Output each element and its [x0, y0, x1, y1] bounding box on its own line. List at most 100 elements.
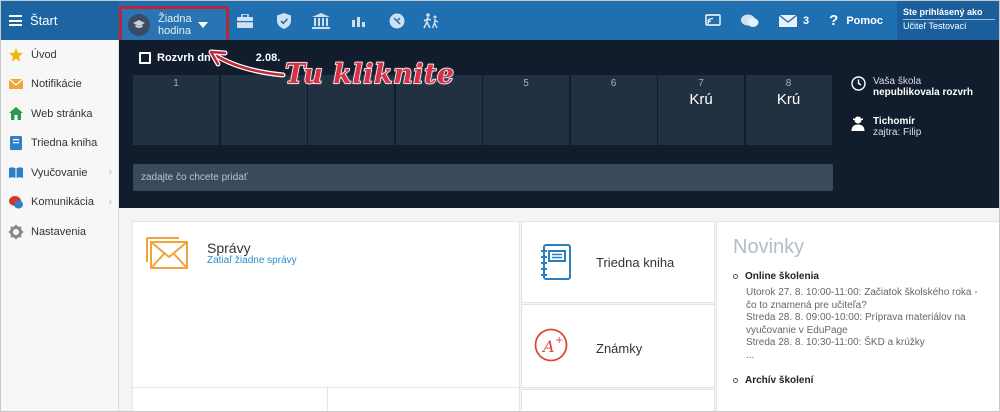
news-heading: Novinky	[733, 236, 805, 258]
sidebar-item-triedna-kniha[interactable]: Triedna kniha	[1, 129, 118, 159]
sidebar-item-web-stranka[interactable]: Web stránka	[1, 99, 118, 129]
timetable-info: Vaša škola nepublikovala rozvrh Tichomír…	[851, 76, 996, 156]
user-menu[interactable]: Ste prihlásený ako Učiteľ Testovací	[897, 1, 999, 40]
bullet-icon	[733, 378, 738, 383]
lesson-label: Žiadna hodina	[158, 13, 192, 37]
news-item-body: Utorok 27. 8. 10:00-11:00: Začiatok škol…	[733, 287, 985, 362]
news-item-title[interactable]: Online školenia	[733, 271, 985, 282]
clock-icon	[851, 76, 867, 98]
bullet-icon	[733, 274, 738, 279]
chat-icon[interactable]	[741, 14, 759, 28]
sidebar-item-vyucovanie[interactable]: Vyučovanie ›	[1, 158, 118, 188]
top-right-area: 3 ? Pomoc Ste prihlásený ako Učiteľ Test…	[705, 1, 999, 40]
divider	[327, 387, 328, 411]
start-menu-button[interactable]: Štart	[1, 1, 119, 40]
book-icon	[9, 136, 23, 151]
sidebar-item-notifikacie[interactable]: Notifikácie	[1, 70, 118, 100]
notebook-icon	[540, 244, 572, 285]
news-line: čo to znamená pre učiteľa?	[746, 299, 867, 311]
name-day-info: Tichomír zajtra: Filip	[851, 116, 996, 138]
messages-count: 3	[803, 14, 810, 27]
question-icon: ?	[829, 12, 839, 29]
timetable-panel: Rozvrh dn 2.08. 1 5 6 7 Krú 8 Krú Vaša ško…	[119, 40, 999, 208]
open-book-icon	[9, 166, 23, 180]
sidebar-item-nastavenia[interactable]: Nastavenia	[1, 217, 118, 247]
lesson-line-2: hodina	[158, 24, 192, 37]
sidebar-item-label: Nastavenia	[31, 225, 87, 238]
messages-button[interactable]: 3	[779, 14, 810, 27]
briefcase-icon[interactable]	[235, 12, 255, 30]
timetable-title-start: Rozvrh dn	[157, 52, 211, 64]
slot-subject: Krú	[689, 91, 713, 108]
timetable-slot[interactable]: 8 Krú	[745, 75, 832, 145]
add-item-input[interactable]	[133, 164, 833, 191]
messages-empty-text: Zatiaľ žiadne správy	[207, 255, 297, 266]
lesson-selector[interactable]: Žiadna hodina	[119, 6, 229, 43]
calendar-icon	[139, 52, 151, 64]
chevron-right-icon: ›	[108, 166, 112, 178]
shield-icon[interactable]	[274, 12, 294, 30]
sidebar-item-label: Notifikácie	[31, 78, 82, 91]
sidebar-item-label: Vyučovanie	[31, 166, 88, 179]
start-label: Štart	[30, 13, 58, 28]
slot-subject: Krú	[776, 91, 801, 108]
building-icon[interactable]	[311, 12, 331, 30]
user-line-1: Ste prihlásený ako	[903, 7, 983, 17]
chevron-down-icon	[197, 21, 208, 28]
slot-number: 5	[523, 78, 529, 89]
chevron-right-icon: ›	[108, 195, 112, 208]
sidebar-item-label: Komunikácia	[31, 196, 94, 209]
home-icon	[9, 107, 23, 121]
news-panel: Novinky Online školenia Utorok 27. 8. 10…	[716, 221, 999, 411]
class-book-card[interactable]: Triedna kniha	[521, 221, 715, 303]
bar-chart-icon[interactable]	[349, 12, 369, 30]
sidebar-item-uvod[interactable]: Úvod	[1, 40, 118, 70]
name-day-tomorrow: zajtra: Filip	[873, 127, 922, 138]
cast-icon[interactable]	[705, 14, 721, 27]
grade-a-plus-icon: A +	[534, 328, 568, 367]
slot-number: 6	[610, 78, 617, 89]
gear-icon	[9, 224, 23, 239]
timetable-slot[interactable]: 7 Krú	[658, 75, 744, 145]
name-day-today: Tichomír	[873, 116, 916, 127]
mail-icon	[779, 14, 798, 27]
help-label: Pomoc	[846, 14, 883, 27]
graduation-cap-icon	[128, 13, 150, 36]
timetable-row: 1 5 6 7 Krú 8 Krú	[133, 75, 833, 145]
school-status-line-2: nepublikovala rozvrh	[873, 87, 974, 98]
news-item-title[interactable]: Archív školení	[733, 375, 985, 386]
envelope-icon	[145, 236, 189, 270]
timetable-title[interactable]: Rozvrh dn 2.08.	[139, 52, 280, 64]
badge-icon[interactable]	[387, 12, 407, 30]
sidebar-item-label: Úvod	[31, 48, 57, 61]
timetable-slot[interactable]: 1	[133, 75, 219, 145]
school-timetable-status: Vaša škola nepublikovala rozvrh	[851, 76, 996, 98]
news-line: Utorok 27. 8. 10:00-11:00: Začiatok škol…	[746, 287, 978, 298]
sidebar-item-label: Triedna kniha	[31, 137, 98, 150]
walking-icon[interactable]	[421, 12, 441, 30]
svg-text:A: A	[541, 337, 555, 356]
messages-card[interactable]: Správy Zatiaľ žiadne správy	[132, 221, 521, 411]
timetable-title-end: 2.08.	[255, 52, 281, 64]
envelope-icon	[9, 77, 23, 91]
top-bar: Štart Žiadna hodina 3 ? Pomoc Ste prihlá…	[1, 1, 999, 43]
class-book-label: Triedna kniha	[596, 255, 675, 270]
timetable-slot[interactable]: 6	[570, 75, 657, 145]
school-status-line-1: Vaša škola	[873, 76, 922, 87]
sidebar-item-komunikacia[interactable]: Komunikácia ›	[1, 188, 118, 218]
star-icon	[9, 47, 23, 62]
slot-number: 8	[785, 78, 792, 89]
messages-title: Správy	[207, 240, 251, 256]
app-window: Štart Žiadna hodina 3 ? Pomoc Ste prihlá…	[0, 0, 1000, 412]
dashboard-content: Správy Zatiaľ žiadne správy Triedna knih…	[132, 221, 999, 411]
help-button[interactable]: ? Pomoc	[829, 12, 883, 29]
tile-bottom[interactable]	[521, 389, 715, 411]
slot-number: 7	[698, 78, 704, 89]
hamburger-icon	[9, 15, 22, 26]
lesson-line-1: Žiadna	[158, 12, 192, 25]
news-line: vyučovanie v EduPage	[746, 324, 848, 336]
news-line: Streda 28. 8. 09:00-10:00: Príprava mate…	[746, 312, 966, 323]
timetable-slot[interactable]: 5	[483, 75, 569, 145]
grades-card[interactable]: A + Známky	[521, 304, 715, 388]
news-item-title-text: Online školenia	[745, 271, 819, 282]
